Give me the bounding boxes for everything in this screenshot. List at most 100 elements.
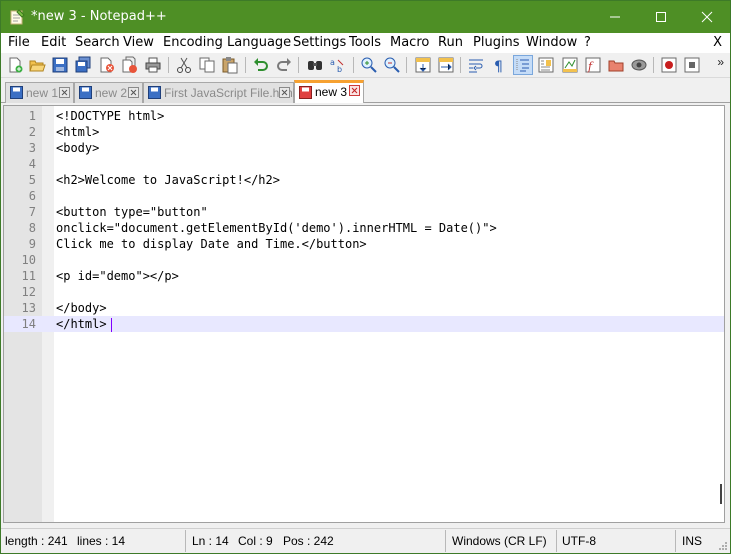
line-text-content: </html> [56, 317, 107, 331]
replace-icon[interactable]: ab [329, 56, 347, 74]
record-macro-icon[interactable] [660, 56, 678, 74]
maximize-button[interactable] [638, 1, 684, 33]
tab-label: new 3 [315, 85, 348, 99]
code-lines: 1 <!DOCTYPE html> 2 <html> 3 <body> 4 5 <h2>… [4, 108, 724, 332]
find-icon[interactable] [306, 56, 324, 74]
code-line[interactable]: 10 [4, 252, 724, 268]
resize-grip-icon[interactable] [718, 541, 728, 551]
stop-macro-icon[interactable] [683, 56, 701, 74]
window-title: *new 3 - Notepad++ [31, 9, 167, 24]
folder-workspace-icon[interactable] [607, 56, 625, 74]
editor-area[interactable]: 1 <!DOCTYPE html> 2 <html> 3 <body> 4 5 <h2>… [3, 105, 725, 523]
text-caret [110, 317, 112, 332]
monitoring-icon[interactable] [630, 56, 648, 74]
status-insert-mode[interactable]: INS [682, 534, 702, 548]
tab-close-icon[interactable] [59, 87, 70, 98]
maximize-icon [656, 12, 666, 22]
indent-guide-icon[interactable] [513, 55, 533, 75]
line-number: 13 [21, 301, 36, 315]
title-bar[interactable]: *new 3 - Notepad++ [1, 1, 730, 33]
line-number: 12 [21, 285, 36, 299]
menu-run[interactable]: Run [438, 35, 463, 50]
menu-settings[interactable]: Settings [293, 35, 346, 50]
line-number: 7 [28, 205, 36, 219]
code-line[interactable]: 1 <!DOCTYPE html> [4, 108, 724, 124]
status-encoding[interactable]: UTF-8 [562, 534, 596, 548]
new-file-icon[interactable] [6, 56, 24, 74]
code-line[interactable]: 6 [4, 188, 724, 204]
status-eol[interactable]: Windows (CR LF) [452, 534, 547, 548]
minimize-button[interactable] [592, 1, 638, 33]
menu-window[interactable]: Window [526, 35, 577, 50]
menu-search[interactable]: Search [75, 35, 120, 50]
tab-first-javascript-file[interactable]: First JavaScript File.html [143, 82, 295, 103]
copy-icon[interactable] [198, 56, 216, 74]
code-line[interactable]: 8 onclick="document.getElementById('demo'… [4, 220, 724, 236]
line-number: 1 [28, 109, 36, 123]
code-line[interactable]: 13 </body> [4, 300, 724, 316]
status-separator [675, 530, 676, 552]
document-list-icon[interactable] [561, 56, 579, 74]
function-list-icon[interactable]: f [584, 56, 602, 74]
close-document-button[interactable]: X [713, 35, 722, 50]
close-file-icon[interactable] [98, 56, 116, 74]
code-line[interactable]: 11 <p id="demo"></p> [4, 268, 724, 284]
save-all-icon[interactable] [74, 56, 92, 74]
cut-icon[interactable] [175, 56, 193, 74]
code-line[interactable]: 3 <body> [4, 140, 724, 156]
open-file-icon[interactable] [28, 56, 46, 74]
code-line[interactable]: 7 <button type="button" [4, 204, 724, 220]
tab-new-1[interactable]: new 1 [5, 82, 74, 103]
code-line[interactable]: 5 <h2>Welcome to JavaScript!</h2> [4, 172, 724, 188]
paste-icon[interactable] [221, 56, 239, 74]
tab-close-icon[interactable] [279, 87, 290, 98]
menu-view[interactable]: View [123, 35, 154, 50]
tab-label: new 1 [26, 86, 59, 100]
show-all-characters-icon[interactable]: ¶ [490, 56, 508, 74]
menu-plugins[interactable]: Plugins [473, 35, 520, 50]
toolbar-overflow-button[interactable]: » [717, 55, 724, 69]
line-number: 4 [28, 157, 36, 171]
undo-icon[interactable] [252, 56, 270, 74]
close-all-icon[interactable] [121, 56, 139, 74]
tab-close-icon[interactable] [128, 87, 139, 98]
line-text: <p id="demo"></p> [56, 269, 179, 283]
document-map-icon[interactable] [537, 56, 555, 74]
word-wrap-icon[interactable] [467, 56, 485, 74]
sync-vertical-icon[interactable] [414, 56, 432, 74]
svg-text:b: b [337, 65, 342, 74]
code-line[interactable]: 2 <html> [4, 124, 724, 140]
minimize-icon [610, 16, 620, 18]
file-saved-icon [10, 86, 23, 99]
menu-language[interactable]: Language [227, 35, 291, 50]
tab-close-icon[interactable] [349, 85, 360, 96]
menu-encoding[interactable]: Encoding [163, 35, 223, 50]
zoom-out-icon[interactable] [383, 56, 401, 74]
code-line[interactable]: 4 [4, 156, 724, 172]
menu-macro[interactable]: Macro [390, 35, 429, 50]
sync-horizontal-icon[interactable] [437, 56, 455, 74]
menu-help[interactable]: ? [584, 35, 591, 50]
tab-bar: new 1 new 2 First JavaScript File.html n… [1, 79, 730, 103]
tab-new-2[interactable]: new 2 [74, 82, 143, 103]
redo-icon[interactable] [275, 56, 293, 74]
toolbar-separator [298, 57, 299, 73]
status-column: Col : 9 [238, 534, 273, 548]
scrollbar-edge[interactable] [720, 484, 722, 504]
code-line[interactable]: 12 [4, 284, 724, 300]
code-line[interactable]: 9 Click me to display Date and Time.</but… [4, 236, 724, 252]
status-lines: lines : 14 [77, 534, 126, 548]
current-code-line[interactable]: 14 </html> [4, 316, 724, 332]
line-text: <h2>Welcome to JavaScript!</h2> [56, 173, 280, 187]
line-number: 11 [21, 269, 36, 283]
close-window-button[interactable] [684, 1, 730, 33]
menu-edit[interactable]: Edit [41, 35, 66, 50]
zoom-in-icon[interactable] [360, 56, 378, 74]
menu-tools[interactable]: Tools [349, 35, 381, 50]
notepadpp-app-icon[interactable] [9, 9, 25, 25]
print-icon[interactable] [144, 56, 162, 74]
tab-new-3[interactable]: new 3 [294, 80, 364, 103]
line-number: 10 [21, 253, 36, 267]
save-icon[interactable] [51, 56, 69, 74]
menu-file[interactable]: File [8, 35, 30, 50]
